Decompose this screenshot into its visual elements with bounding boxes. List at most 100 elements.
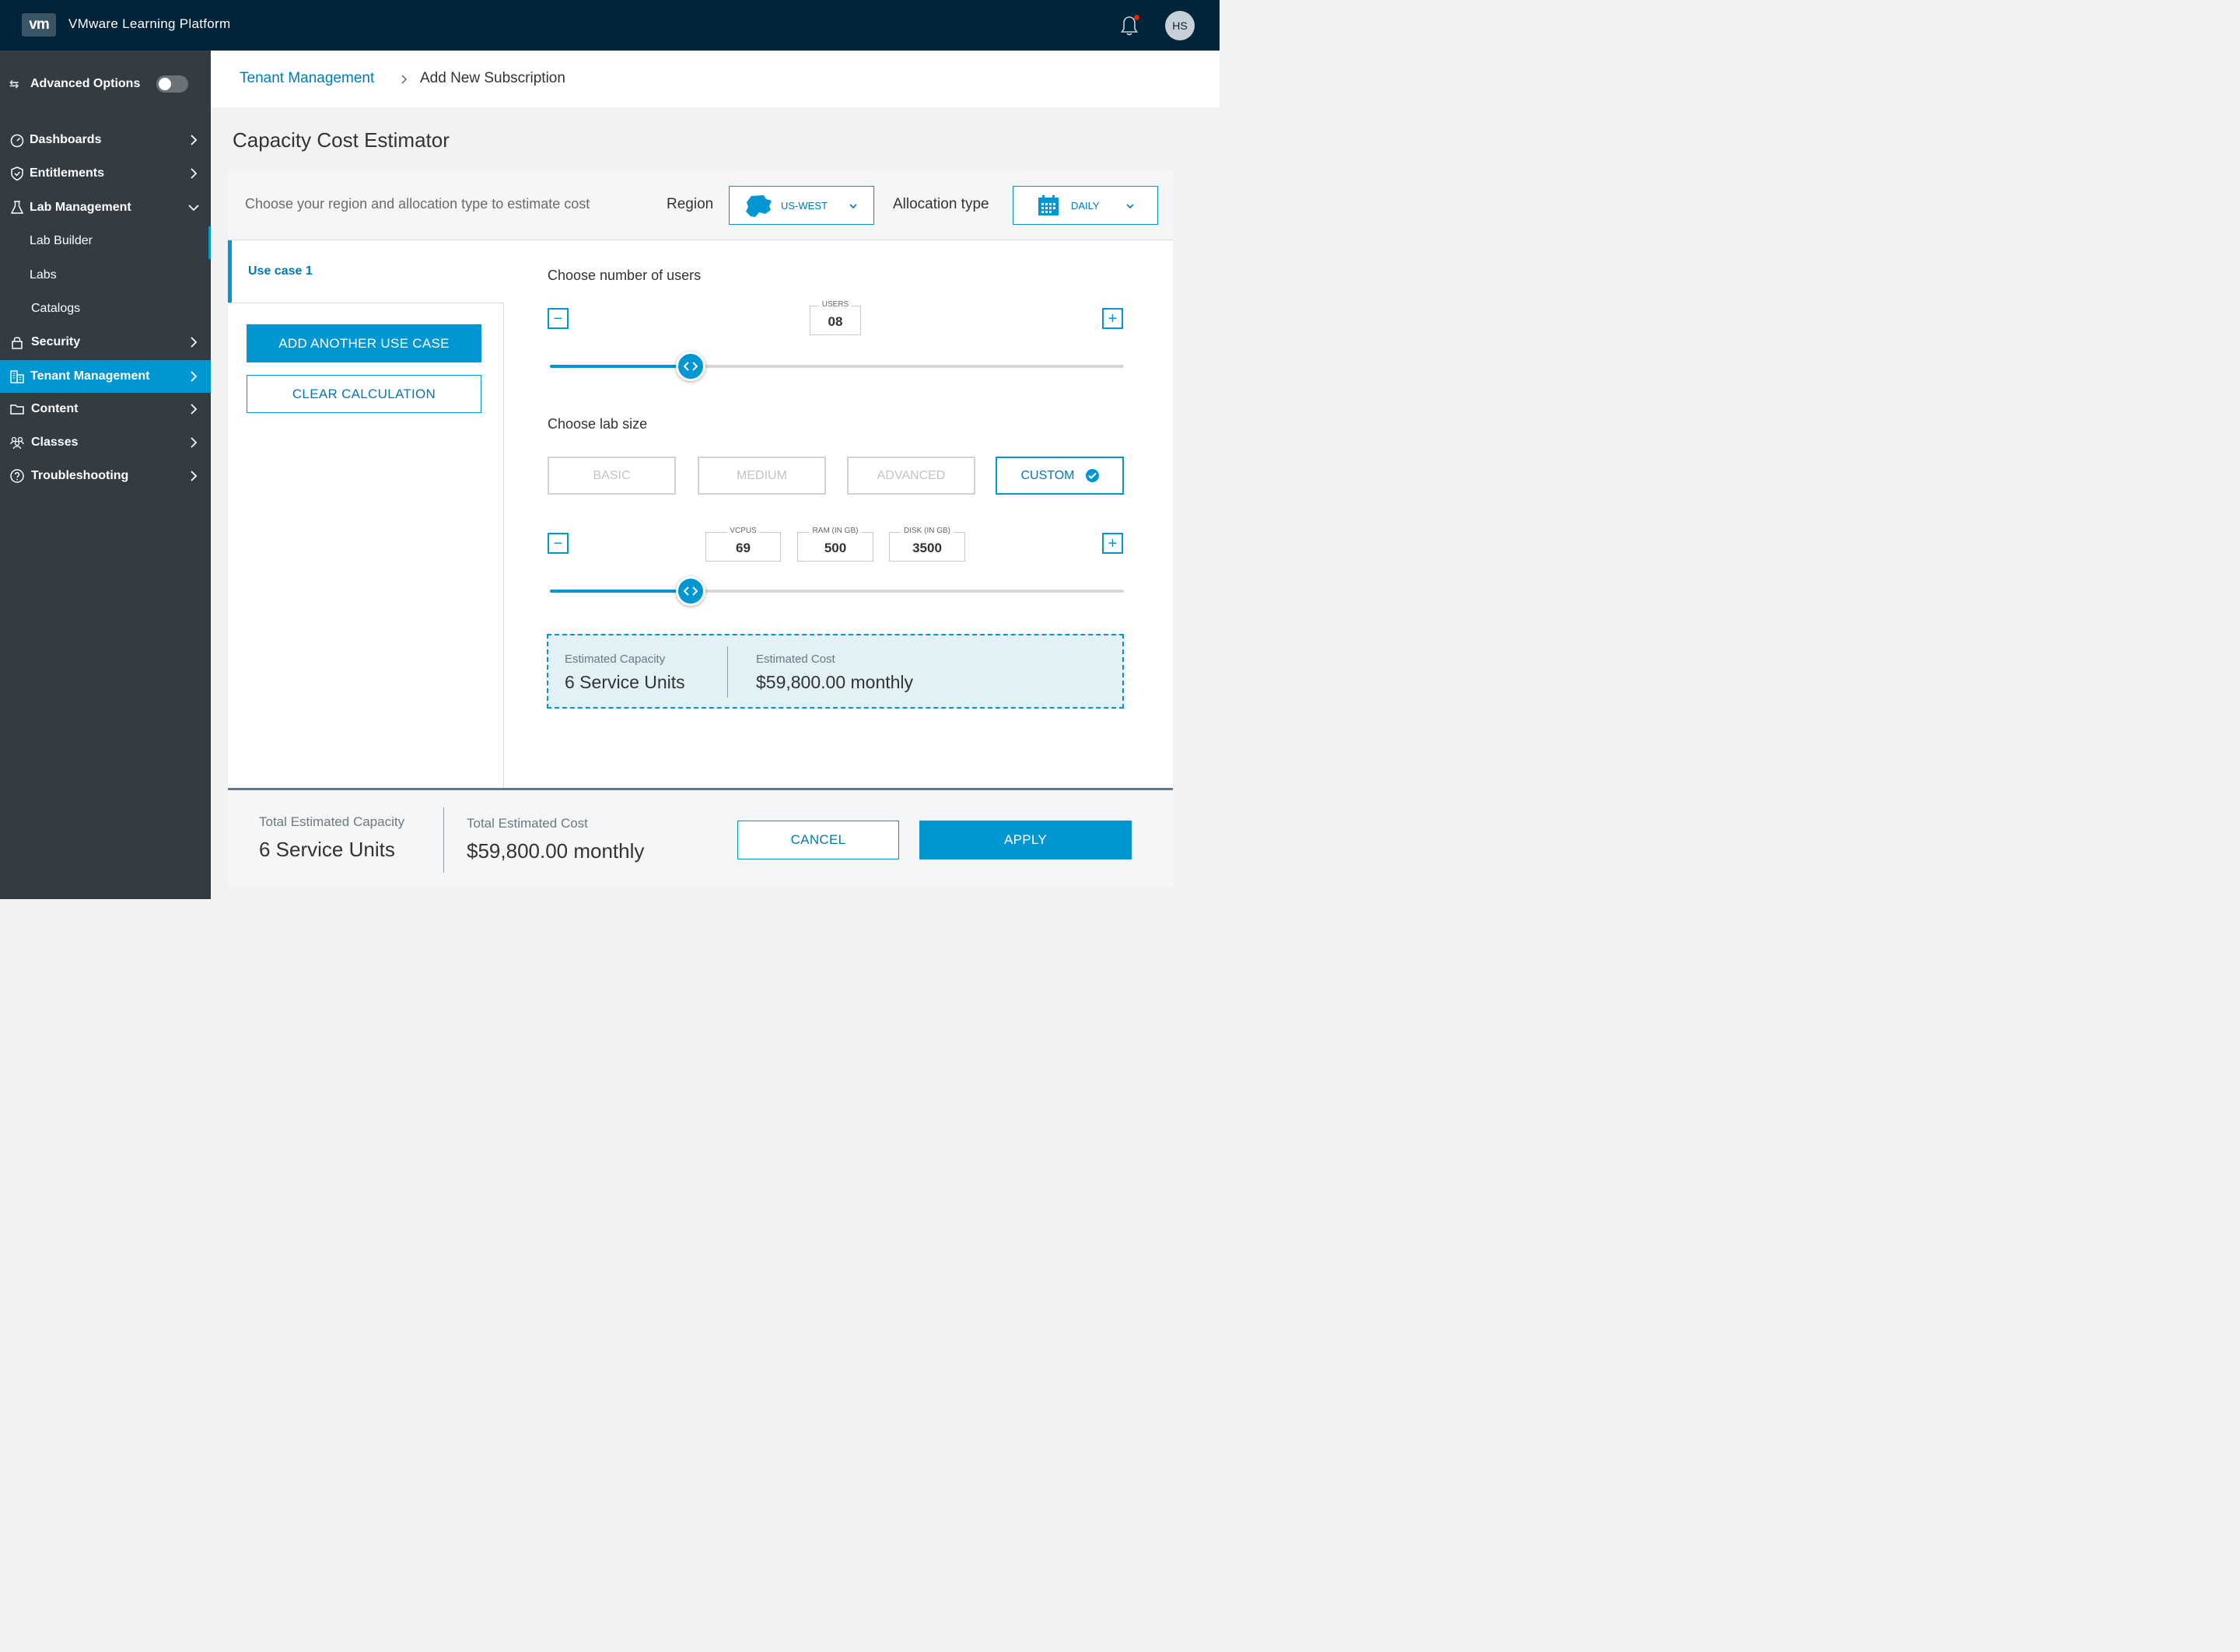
sidebar-item-content[interactable]: Content (0, 393, 211, 425)
estimator-card: Choose your region and allocation type t… (228, 170, 1173, 887)
users-slider[interactable] (550, 352, 1124, 381)
users-section-label: Choose number of users (548, 268, 702, 283)
add-use-case-button[interactable]: ADD ANOTHER USE CASE (247, 324, 481, 362)
lab-size-basic[interactable]: BASIC (548, 457, 676, 495)
vcpus-value: 69 (736, 541, 751, 555)
advanced-options: ⇆ Advanced Options (9, 74, 140, 94)
lab-size-custom[interactable]: CUSTOM (996, 457, 1124, 495)
divider (727, 646, 728, 698)
notification-badge (1134, 15, 1139, 20)
chevron-down-icon (188, 205, 199, 212)
sidebar: ⇆ Advanced Options Dashboards Entitlemen… (0, 51, 211, 899)
sidebar-item-label: Lab Management (30, 201, 131, 214)
allocation-type-select[interactable]: DAILY (1013, 186, 1158, 225)
drag-arrows-icon (683, 362, 698, 371)
disk-field-label: DISK (IN GB) (900, 527, 954, 535)
ram-field[interactable]: RAM (IN GB) 500 (797, 527, 873, 562)
estimator-instructions: Choose your region and allocation type t… (245, 196, 590, 212)
sidebar-item-lab-management[interactable]: Lab Management (0, 191, 211, 224)
toggle-knob (159, 78, 171, 90)
folder-icon (10, 404, 24, 415)
region-select[interactable]: US-WEST (729, 186, 874, 225)
resources-increment-button[interactable]: + (1102, 533, 1123, 554)
region-map-icon (746, 195, 772, 217)
sidebar-item-tenant-management[interactable]: Tenant Management (0, 360, 211, 393)
resources-slider-fill (550, 590, 691, 593)
vmware-logo[interactable]: vm (22, 13, 56, 37)
total-cost-value: $59,800.00 monthly (467, 839, 645, 863)
sidebar-subitem-labs[interactable]: Labs (30, 268, 57, 282)
sidebar-item-label: Troubleshooting (31, 469, 129, 482)
user-avatar[interactable]: HS (1165, 11, 1195, 40)
calendar-icon (1038, 195, 1059, 215)
disk-field[interactable]: DISK (IN GB) 3500 (889, 527, 965, 562)
sidebar-item-label: Content (31, 402, 79, 415)
lab-size-advanced[interactable]: ADVANCED (847, 457, 975, 495)
chevron-right-icon (191, 337, 198, 348)
help-circle-icon (10, 469, 24, 483)
sidebar-item-dashboards[interactable]: Dashboards (0, 124, 211, 156)
tab-label: Use case 1 (248, 264, 313, 278)
users-slider-handle[interactable] (676, 352, 705, 381)
users-slider-fill (550, 365, 691, 368)
sidebar-subitem-catalogs[interactable]: Catalogs (31, 302, 80, 316)
chevron-right-icon (191, 168, 198, 179)
page-title: Capacity Cost Estimator (233, 128, 450, 152)
sidebar-item-troubleshooting[interactable]: Troubleshooting (0, 460, 211, 492)
chevron-right-icon (191, 437, 198, 448)
chevron-right-icon (191, 404, 198, 415)
chevron-right-icon (191, 135, 198, 145)
apply-button[interactable]: APPLY (919, 821, 1132, 859)
resources-decrement-button[interactable]: − (548, 533, 569, 554)
total-cost-label: Total Estimated Cost (467, 816, 588, 831)
sidebar-item-label: Tenant Management (30, 369, 150, 383)
sidebar-item-classes[interactable]: Classes (0, 426, 211, 459)
shield-icon (11, 166, 23, 181)
lab-size-label: CUSTOM (1020, 468, 1075, 482)
region-value: US-WEST (781, 200, 828, 212)
users-decrement-button[interactable]: − (548, 308, 569, 329)
cancel-button[interactable]: CANCEL (737, 821, 899, 859)
tab-use-case-1[interactable]: Use case 1 (228, 240, 503, 303)
sidebar-item-entitlements[interactable]: Entitlements (0, 157, 211, 190)
estimated-capacity-value: 6 Service Units (565, 672, 685, 692)
estimated-cost-value: $59,800.00 monthly (756, 672, 914, 692)
region-label: Region (667, 196, 714, 212)
chevron-right-icon (401, 75, 408, 84)
estimate-summary: Estimated Capacity 6 Service Units Estim… (547, 634, 1124, 709)
check-circle-icon (1085, 469, 1099, 482)
dashboard-icon (10, 134, 24, 148)
vcpus-field[interactable]: VCPUS 69 (705, 527, 781, 562)
clear-calculation-button[interactable]: CLEAR CALCULATION (247, 375, 481, 413)
chevron-right-icon (191, 471, 198, 481)
sidebar-item-label: Dashboards (30, 133, 102, 146)
allocation-type-label: Allocation type (893, 196, 989, 212)
sidebar-subitem-lab-builder[interactable]: Lab Builder (30, 234, 93, 248)
users-icon (10, 436, 24, 450)
total-capacity-label: Total Estimated Capacity (259, 814, 405, 829)
advanced-options-toggle[interactable] (156, 75, 188, 93)
flask-icon (10, 201, 24, 214)
breadcrumb-link-tenant-management[interactable]: Tenant Management (240, 70, 374, 87)
resources-slider[interactable] (550, 576, 1124, 606)
estimated-capacity-label: Estimated Capacity (565, 653, 666, 666)
drag-arrows-icon (683, 586, 698, 596)
estimator-footer: Total Estimated Capacity 6 Service Units… (228, 788, 1173, 887)
lab-size-label: ADVANCED (877, 468, 946, 482)
divider (443, 807, 444, 873)
users-field-label: USERS (818, 300, 852, 309)
resources-slider-handle[interactable] (676, 576, 705, 606)
chevron-down-icon (1126, 204, 1134, 209)
chevron-right-icon (191, 371, 198, 382)
users-field[interactable]: USERS 08 (810, 300, 861, 335)
sidebar-item-security[interactable]: Security (0, 326, 211, 359)
lab-size-medium[interactable]: MEDIUM (698, 457, 826, 495)
users-value: 08 (828, 314, 843, 329)
users-increment-button[interactable]: + (1102, 308, 1123, 329)
sidebar-item-label: Security (31, 335, 81, 348)
ram-value: 500 (824, 541, 847, 555)
disk-value: 3500 (912, 541, 942, 555)
breadcrumb-current: Add New Subscription (420, 70, 565, 86)
vcpus-field-label: VCPUS (726, 527, 760, 535)
estimator-header: Choose your region and allocation type t… (228, 170, 1173, 240)
